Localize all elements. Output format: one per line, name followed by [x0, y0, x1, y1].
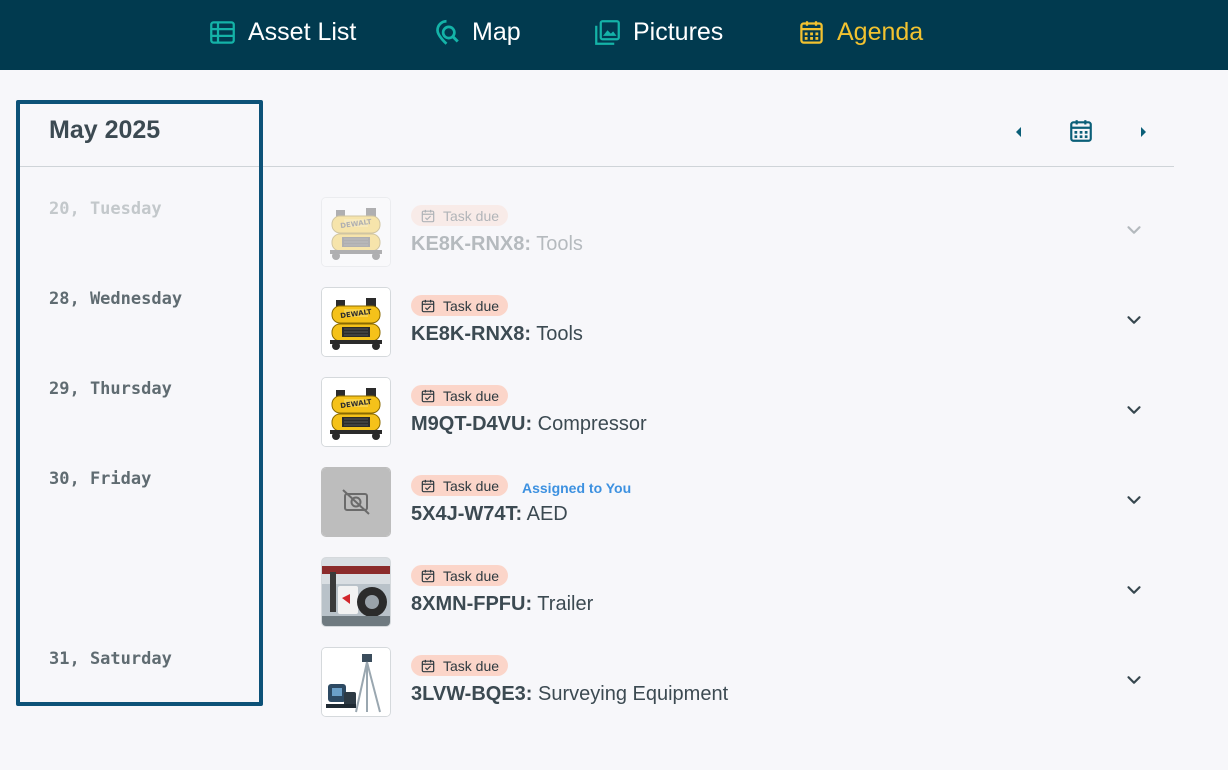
asset-code: 8XMN-FPFU:	[411, 593, 533, 615]
badge-label: Task due	[443, 207, 500, 224]
calendar-check-icon	[421, 659, 435, 673]
task-due-badge: Task due	[411, 655, 509, 676]
calendar-check-icon	[421, 479, 435, 493]
nav-asset-list[interactable]: Asset List	[209, 15, 356, 49]
header-divider	[20, 166, 1174, 167]
task-row[interactable]: Task due KE8K-RNX8: Tools	[321, 287, 1153, 359]
calendar-icon	[1070, 120, 1092, 142]
top-nav-bar: Asset List Map Pictures Agenda	[0, 0, 1228, 70]
asset-title: 3LVW-BQE3: Surveying Equipment	[411, 683, 728, 706]
asset-thumbnail-trailer	[321, 557, 391, 627]
task-due-badge: Task due	[411, 205, 509, 226]
task-row[interactable]: Task due KE8K-RNX8: Tools	[321, 197, 1153, 269]
asset-thumbnail-compressor	[321, 197, 391, 267]
expand-button[interactable]	[1121, 307, 1147, 333]
badge-label: Task due	[443, 657, 500, 674]
chevron-down-icon	[1123, 669, 1145, 691]
asset-code: 5X4J-W74T:	[411, 503, 523, 525]
expand-button[interactable]	[1121, 577, 1147, 603]
expand-button[interactable]	[1121, 397, 1147, 423]
day-column-highlight	[16, 100, 263, 706]
calendar-check-icon	[421, 389, 435, 403]
chevron-down-icon	[1123, 579, 1145, 601]
calendar-check-icon	[421, 209, 435, 223]
task-due-badge: Task due	[411, 565, 509, 586]
task-row[interactable]: Task due 8XMN-FPFU: Trailer	[321, 557, 1153, 629]
asset-title: 5X4J-W74T: AED	[411, 503, 568, 526]
asset-name: AED	[522, 503, 568, 525]
asset-thumbnail-surveying	[321, 647, 391, 717]
badge-label: Task due	[443, 567, 500, 584]
calendar-icon	[800, 20, 823, 44]
task-due-badge: Task due	[411, 295, 509, 316]
pictures-icon	[595, 19, 620, 45]
day-label: 31, Saturday	[49, 649, 172, 669]
task-row[interactable]: Task due 3LVW-BQE3: Surveying Equipment	[321, 647, 1153, 719]
asset-code: KE8K-RNX8:	[411, 233, 532, 255]
nav-pictures[interactable]: Pictures	[594, 15, 723, 49]
chevron-down-icon	[1123, 489, 1145, 511]
asset-code: KE8K-RNX8:	[411, 323, 532, 345]
badge-label: Task due	[443, 477, 500, 494]
nav-map-label: Map	[472, 17, 521, 46]
asset-title: KE8K-RNX8: Tools	[411, 323, 583, 346]
caret-right-icon	[1141, 127, 1146, 137]
expand-button[interactable]	[1121, 487, 1147, 513]
chevron-down-icon	[1123, 219, 1145, 241]
asset-name: Trailer	[532, 593, 594, 615]
nav-agenda[interactable]: Agenda	[798, 15, 923, 49]
day-label: 30, Friday	[49, 469, 152, 489]
assigned-to-you-label: Assigned to You	[522, 480, 632, 496]
task-row[interactable]: Task due M9QT-D4VU: Compressor	[321, 377, 1153, 449]
asset-name: Tools	[531, 323, 583, 345]
prev-month-button[interactable]	[1006, 120, 1030, 144]
task-due-badge: Task due	[411, 385, 509, 406]
asset-title: KE8K-RNX8: Tools	[411, 233, 583, 256]
task-row[interactable]: Task due Assigned to You 5X4J-W74T: AED	[321, 467, 1153, 539]
chevron-down-icon	[1123, 399, 1145, 421]
asset-thumbnail-compressor	[321, 287, 391, 357]
chevron-down-icon	[1123, 309, 1145, 331]
list-icon	[210, 20, 235, 44]
calendar-check-icon	[421, 299, 435, 313]
day-label: 28, Wednesday	[49, 289, 183, 309]
calendar-picker-button[interactable]	[1066, 116, 1096, 146]
asset-thumbnail-placeholder	[321, 467, 391, 537]
asset-title: 8XMN-FPFU: Trailer	[411, 593, 593, 616]
month-title: May 2025	[49, 116, 161, 144]
nav-pictures-label: Pictures	[633, 17, 724, 46]
task-due-badge: Task due	[411, 475, 509, 496]
asset-code: M9QT-D4VU:	[411, 413, 533, 435]
asset-name: Compressor	[532, 413, 647, 435]
expand-button[interactable]	[1121, 667, 1147, 693]
nav-map[interactable]: Map	[433, 15, 521, 49]
asset-thumbnail-compressor	[321, 377, 391, 447]
badge-label: Task due	[443, 297, 500, 314]
map-search-icon	[436, 19, 459, 45]
day-label: 20, Tuesday	[49, 199, 162, 219]
caret-left-icon	[1016, 127, 1021, 137]
asset-title: M9QT-D4VU: Compressor	[411, 413, 647, 436]
day-label: 29, Thursday	[49, 379, 172, 399]
nav-agenda-label: Agenda	[837, 17, 924, 46]
badge-label: Task due	[443, 387, 500, 404]
asset-name: Tools	[531, 233, 583, 255]
calendar-check-icon	[421, 569, 435, 583]
next-month-button[interactable]	[1132, 120, 1156, 144]
asset-name: Surveying Equipment	[532, 683, 729, 705]
nav-asset-list-label: Asset List	[248, 17, 357, 46]
asset-code: 3LVW-BQE3:	[411, 683, 533, 705]
no-photo-icon	[322, 468, 390, 536]
expand-button[interactable]	[1121, 217, 1147, 243]
